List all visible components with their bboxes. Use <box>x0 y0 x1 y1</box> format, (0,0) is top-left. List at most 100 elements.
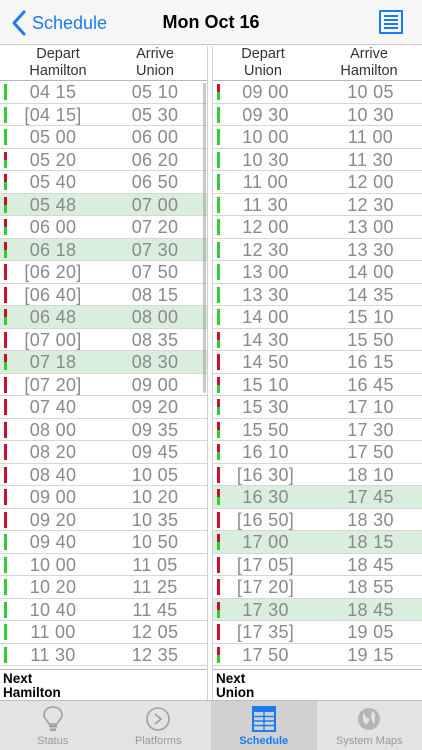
arrive-time: 05 10 <box>131 82 179 102</box>
next-line: Next <box>216 671 246 686</box>
table-row[interactable]: 08 40 10 05 <box>0 464 207 486</box>
status-marker <box>4 309 7 325</box>
status-marker <box>4 331 7 348</box>
table-row[interactable]: 14 50 16 15 <box>213 351 422 374</box>
arrive-time: 12 00 <box>347 172 394 192</box>
hamilton-to-union-list[interactable]: 04 15 05 10 [04 15] 05 30 05 00 06 00 05 20 06 … <box>0 81 207 669</box>
arrive-time: 18 15 <box>347 532 394 552</box>
table-row[interactable]: 10 00 11 05 <box>0 554 207 576</box>
table-row[interactable]: 12 00 13 00 <box>213 216 422 239</box>
arrive-time: 06 00 <box>131 127 179 147</box>
header-line: Hamilton <box>29 63 87 79</box>
header-depart-union: Depart Union <box>213 46 313 80</box>
table-row[interactable]: 04 15 05 10 <box>0 81 207 104</box>
table-row[interactable]: 17 30 18 45 <box>213 598 422 621</box>
table-row[interactable]: 09 00 10 05 <box>213 81 422 104</box>
table-row[interactable]: 15 30 17 10 <box>213 396 422 419</box>
table-row[interactable]: 05 20 06 20 <box>0 149 207 171</box>
table-row[interactable]: [06 20] 07 50 <box>0 261 207 284</box>
table-row[interactable]: 16 10 17 50 <box>213 441 422 464</box>
tab-system-maps[interactable]: System Maps <box>317 701 422 750</box>
union-to-hamilton-list[interactable]: 09 00 10 05 09 30 10 30 10 00 11 00 10 30 11 30… <box>213 81 422 669</box>
table-row[interactable]: 11 00 12 05 <box>0 621 207 644</box>
table-row[interactable]: 10 40 11 45 <box>0 599 207 621</box>
table-row[interactable]: 09 40 10 50 <box>0 531 207 554</box>
depart-time: 08 00 <box>29 419 77 440</box>
tab-status[interactable]: Status <box>0 701 106 750</box>
left-column-header: Depart Hamilton Arrive Union <box>0 46 207 81</box>
table-row[interactable]: 11 30 12 35 <box>0 644 207 666</box>
table-row[interactable]: 17 00 18 15 <box>213 531 422 554</box>
depart-time: 11 00 <box>242 172 289 192</box>
arrive-time: 10 50 <box>131 532 179 552</box>
table-row[interactable]: [04 15] 05 30 <box>0 104 207 126</box>
table-row[interactable]: 06 48 08 00 <box>0 306 207 329</box>
table-row[interactable]: 10 20 11 25 <box>0 576 207 599</box>
navigation-bar: Schedule Mon Oct 16 <box>0 0 422 45</box>
table-row[interactable]: 13 30 14 35 <box>213 284 422 306</box>
table-row[interactable]: 06 00 07 20 <box>0 216 207 239</box>
table-row[interactable]: [07 20] 09 00 <box>0 374 207 396</box>
table-row[interactable]: 10 30 11 30 <box>213 149 422 171</box>
depart-time: [16 30] <box>236 464 295 485</box>
table-row[interactable]: 07 18 08 30 <box>0 351 207 374</box>
table-row[interactable]: 09 00 10 20 <box>0 486 207 509</box>
table-row[interactable]: 13 00 14 00 <box>213 261 422 284</box>
table-row[interactable]: [07 00] 08 35 <box>0 329 207 351</box>
status-marker <box>4 556 7 573</box>
depart-time: 13 30 <box>242 284 289 305</box>
status-marker <box>4 444 7 460</box>
table-row[interactable]: 14 00 15 10 <box>213 306 422 329</box>
depart-time: 10 40 <box>29 599 77 620</box>
table-row[interactable]: [16 30] 18 10 <box>213 464 422 486</box>
status-marker <box>4 354 7 370</box>
arrive-time: 11 30 <box>347 149 394 170</box>
status-marker <box>4 534 7 550</box>
arrive-time: 09 00 <box>131 374 179 395</box>
tab-schedule[interactable]: Schedule <box>211 701 317 750</box>
depart-time: 11 30 <box>242 194 289 215</box>
scroll-indicator[interactable] <box>203 83 206 393</box>
arrive-time: 15 50 <box>347 329 394 350</box>
list-view-button[interactable] <box>379 10 403 34</box>
table-row[interactable]: 05 40 06 50 <box>0 171 207 194</box>
globe-icon <box>358 708 381 730</box>
depart-time: 05 20 <box>29 149 77 170</box>
table-row[interactable]: [17 35] 19 05 <box>213 621 422 644</box>
table-row[interactable]: 08 00 09 35 <box>0 419 207 441</box>
status-marker <box>4 219 7 235</box>
table-row[interactable]: [17 05] 18 45 <box>213 554 422 576</box>
status-marker <box>4 579 7 595</box>
status-marker <box>4 84 7 100</box>
header-line: Union <box>244 63 282 79</box>
table-row[interactable]: 17 50 19 15 <box>213 644 422 666</box>
table-row[interactable]: [17 20] 18 55 <box>213 576 422 599</box>
table-row[interactable]: 12 30 13 30 <box>213 239 422 261</box>
arrive-time: 14 35 <box>347 284 394 305</box>
table-row[interactable]: 08 20 09 45 <box>0 441 207 464</box>
table-row[interactable]: 07 40 09 20 <box>0 396 207 419</box>
table-row[interactable]: 09 30 10 30 <box>213 104 422 126</box>
table-row[interactable]: 05 48 07 00 <box>0 193 207 216</box>
depart-time: [07 00] <box>24 329 82 350</box>
arrive-time: 10 35 <box>131 509 179 530</box>
arrive-time: 17 30 <box>347 419 394 440</box>
depart-time: [06 20] <box>24 262 82 282</box>
depart-time: 09 20 <box>29 509 77 530</box>
table-row[interactable]: 14 30 15 50 <box>213 329 422 351</box>
tab-platforms[interactable]: Platforms <box>106 701 212 750</box>
table-row[interactable]: [06 40] 08 15 <box>0 284 207 306</box>
table-row[interactable]: 05 00 06 00 <box>0 126 207 149</box>
table-row[interactable]: 09 20 10 35 <box>0 509 207 531</box>
table-row[interactable]: 11 30 12 30 <box>213 194 422 216</box>
table-row[interactable]: [16 50] 18 30 <box>213 509 422 531</box>
status-marker <box>4 286 7 303</box>
arrive-time: 12 35 <box>131 644 179 665</box>
status-marker <box>4 511 7 528</box>
table-row[interactable]: 15 10 16 45 <box>213 374 422 396</box>
table-row[interactable]: 10 00 11 00 <box>213 126 422 149</box>
table-row[interactable]: 11 00 12 00 <box>213 171 422 194</box>
table-row[interactable]: 06 18 07 30 <box>0 238 207 261</box>
table-row[interactable]: 15 50 17 30 <box>213 419 422 441</box>
table-row[interactable]: 16 30 17 45 <box>213 486 422 509</box>
